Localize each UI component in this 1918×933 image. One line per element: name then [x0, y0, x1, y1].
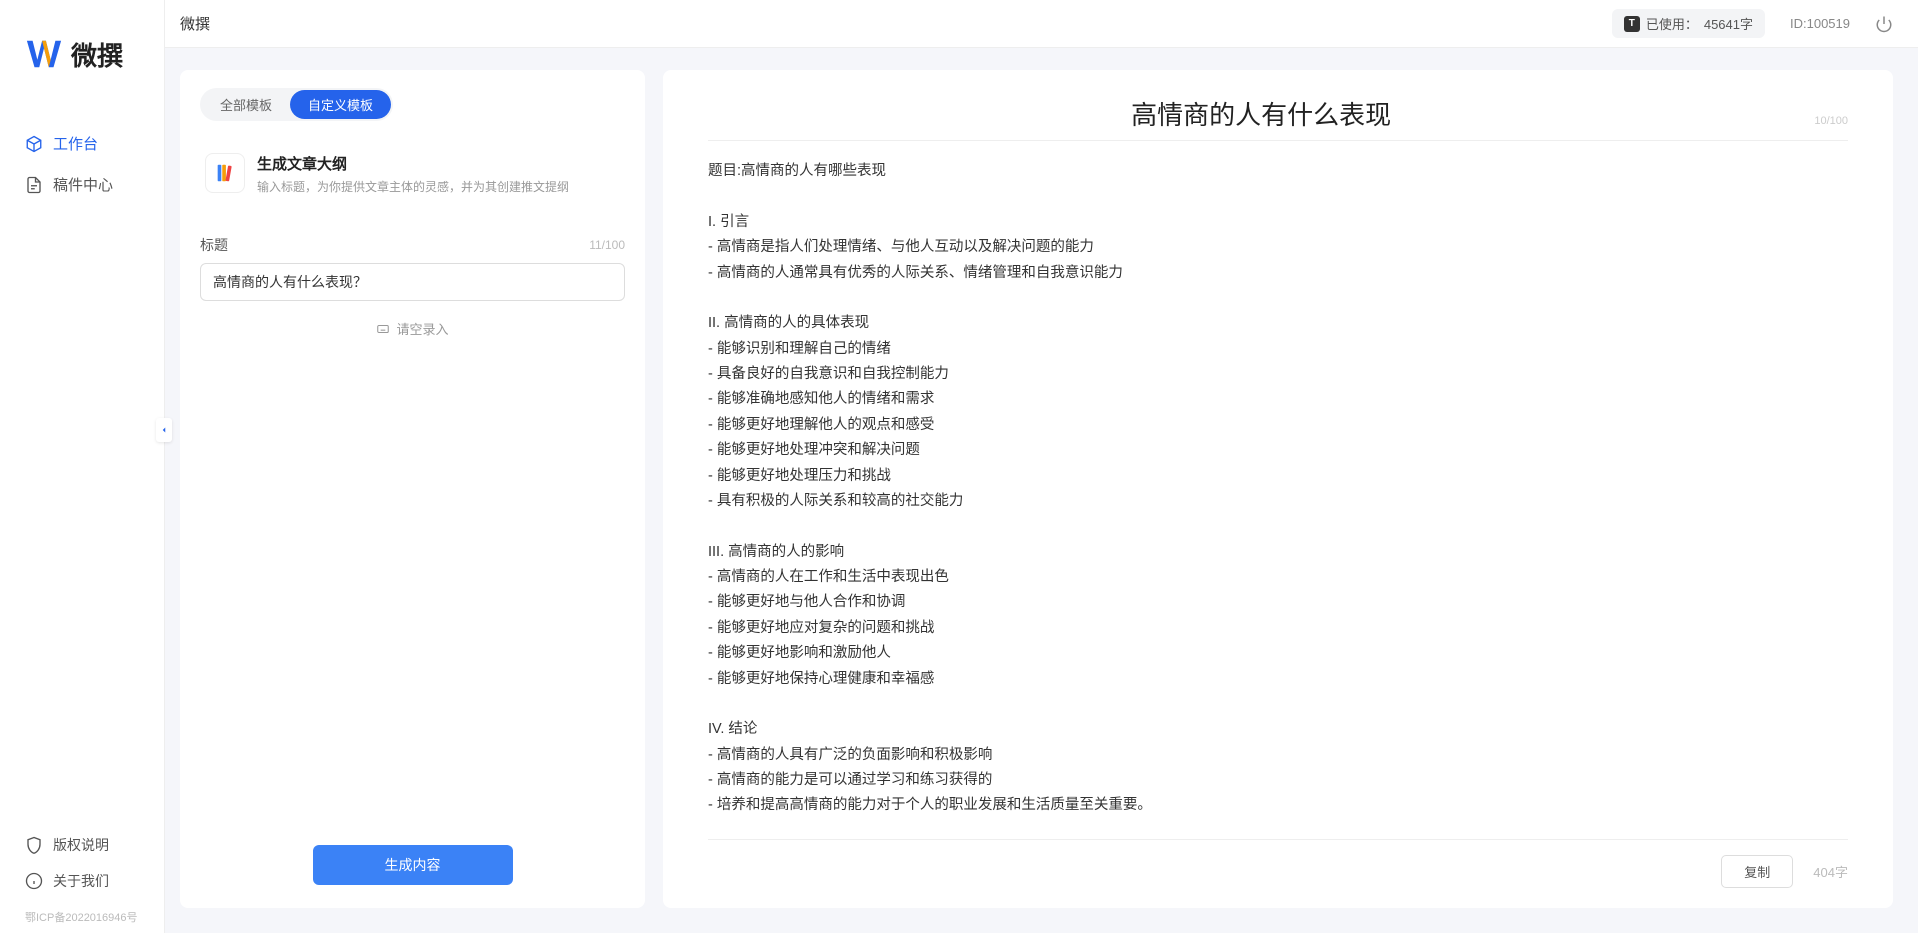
nav-item-about[interactable]: 关于我们 — [0, 863, 164, 899]
tab-all-templates[interactable]: 全部模板 — [202, 90, 290, 119]
usage-label: 已使用： — [1646, 14, 1698, 33]
title-form-group: 标题 11/100 — [200, 235, 625, 301]
power-icon[interactable] — [1875, 15, 1893, 33]
sidebar: 微撰 工作台 稿件中心 — [0, 0, 165, 933]
copy-button[interactable]: 复制 — [1721, 855, 1793, 888]
topbar: 微撰 T 已使用： 45641字 ID:100519 — [165, 0, 1918, 48]
logo-icon — [25, 35, 63, 73]
nav-label: 工作台 — [53, 133, 98, 154]
generate-button[interactable]: 生成内容 — [313, 845, 513, 885]
usage-pill[interactable]: T 已使用： 45641字 — [1612, 9, 1765, 38]
divider — [708, 140, 1848, 141]
page-title: 微撰 — [180, 13, 210, 34]
sidebar-collapse-handle[interactable] — [156, 418, 172, 442]
nav-label: 稿件中心 — [53, 174, 113, 195]
template-desc: 输入标题，为你提供文章主体的灵感，并为其创建推文提纲 — [257, 178, 620, 195]
title-counter: 11/100 — [589, 238, 625, 252]
logo-text: 微撰 — [71, 36, 123, 73]
word-count: 404字 — [1813, 862, 1848, 881]
icp-text: 鄂ICP备2022016946号 — [0, 904, 164, 933]
cube-icon — [25, 135, 43, 153]
books-icon — [214, 162, 236, 184]
template-title: 生成文章大纲 — [257, 153, 620, 174]
main-nav: 工作台 稿件中心 — [0, 93, 164, 817]
template-tabs: 全部模板 自定义模板 — [200, 88, 393, 121]
output-title-counter: 10/100 — [1814, 115, 1848, 127]
nav-item-copyright[interactable]: 版权说明 — [0, 827, 164, 863]
input-panel: 全部模板 自定义模板 生成文章大纲 输入标题，为你提供文章主体的灵感，并为其创建… — [180, 70, 645, 908]
title-input[interactable] — [200, 263, 625, 301]
nav-item-drafts[interactable]: 稿件中心 — [0, 164, 164, 205]
info-icon — [25, 872, 43, 890]
keyboard-icon — [376, 322, 390, 336]
output-panel: 高情商的人有什么表现 10/100 题目:高情商的人有哪些表现 I. 引言 - … — [663, 70, 1893, 908]
voice-input-button[interactable]: 请空录入 — [200, 319, 625, 338]
logo: 微撰 — [0, 0, 164, 93]
text-icon: T — [1624, 16, 1640, 32]
output-footer: 复制 404字 — [708, 839, 1848, 888]
voice-input-label: 请空录入 — [396, 319, 448, 338]
title-label: 标题 — [200, 235, 228, 255]
usage-value: 45641字 — [1704, 14, 1753, 33]
document-icon — [25, 176, 43, 194]
template-card: 生成文章大纲 输入标题，为你提供文章主体的灵感，并为其创建推文提纲 — [200, 143, 625, 205]
output-body[interactable]: 题目:高情商的人有哪些表现 I. 引言 - 高情商是指人们处理情绪、与他人互动以… — [708, 159, 1848, 829]
chevron-left-icon — [159, 425, 169, 435]
nav-label: 关于我们 — [53, 871, 109, 891]
tab-custom-templates[interactable]: 自定义模板 — [290, 90, 391, 119]
output-title: 高情商的人有什么表现 — [708, 95, 1814, 132]
shield-icon — [25, 836, 43, 854]
footer-nav: 版权说明 关于我们 — [0, 817, 164, 904]
nav-label: 版权说明 — [53, 835, 109, 855]
nav-item-workbench[interactable]: 工作台 — [0, 123, 164, 164]
user-id: ID:100519 — [1790, 16, 1850, 31]
template-icon-wrapper — [205, 153, 245, 193]
